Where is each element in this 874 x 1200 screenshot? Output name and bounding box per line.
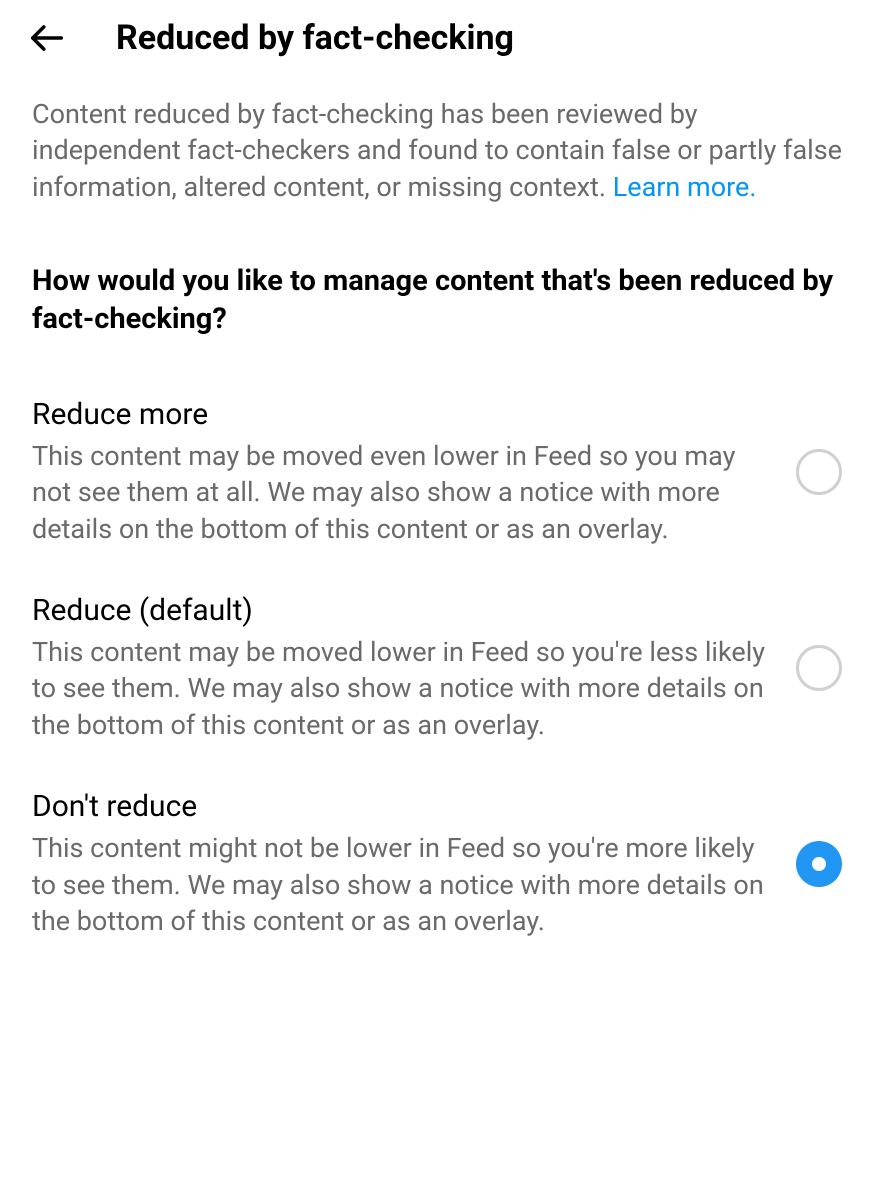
- radio-unselected-icon[interactable]: [796, 645, 842, 691]
- option-title: Reduce more: [32, 397, 768, 432]
- option-dont-reduce[interactable]: Don't reduce This content might not be l…: [32, 789, 842, 939]
- option-text: Reduce (default) This content may be mov…: [32, 593, 768, 743]
- back-arrow-icon[interactable]: [28, 19, 66, 57]
- header: Reduced by fact-checking: [0, 0, 874, 76]
- option-text: Don't reduce This content might not be l…: [32, 789, 768, 939]
- option-description: This content might not be lower in Feed …: [32, 830, 768, 939]
- page-title: Reduced by fact-checking: [116, 18, 514, 58]
- content: Content reduced by fact-checking has bee…: [0, 76, 874, 1006]
- option-title: Reduce (default): [32, 593, 768, 628]
- learn-more-link[interactable]: Learn more.: [613, 171, 757, 203]
- option-description: This content may be moved even lower in …: [32, 438, 768, 547]
- description-text: Content reduced by fact-checking has bee…: [32, 96, 842, 205]
- option-description: This content may be moved lower in Feed …: [32, 634, 768, 743]
- radio-selected-icon[interactable]: [796, 841, 842, 887]
- option-title: Don't reduce: [32, 789, 768, 824]
- option-text: Reduce more This content may be moved ev…: [32, 397, 768, 547]
- option-reduce-default[interactable]: Reduce (default) This content may be mov…: [32, 593, 842, 743]
- option-reduce-more[interactable]: Reduce more This content may be moved ev…: [32, 397, 842, 547]
- radio-unselected-icon[interactable]: [796, 449, 842, 495]
- question-heading: How would you like to manage content tha…: [32, 263, 842, 338]
